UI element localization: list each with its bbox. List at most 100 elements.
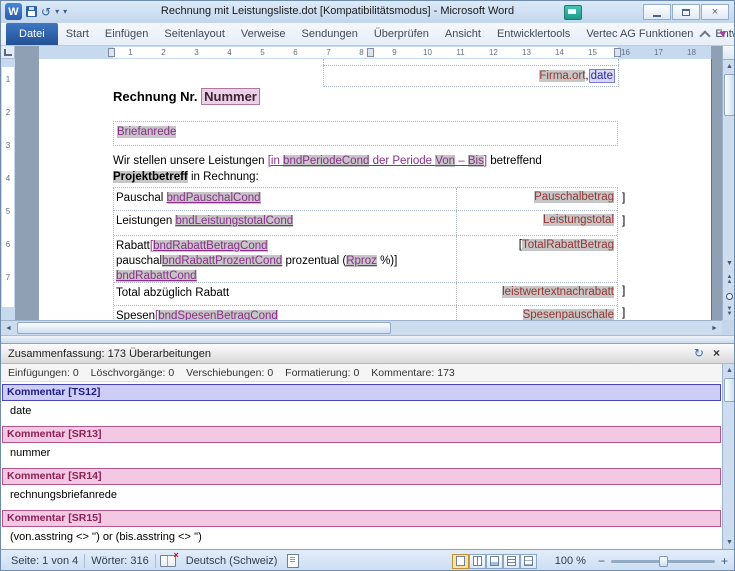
refresh-icon[interactable]: ↻ bbox=[694, 346, 704, 360]
fullscreen-reading-view-button[interactable] bbox=[468, 553, 486, 569]
ribbon-tab[interactable]: Seitenlayout bbox=[156, 23, 233, 45]
merge-field[interactable]: bndPauschalCond bbox=[166, 192, 261, 204]
field-firma-ort[interactable]: Firma.ort bbox=[539, 70, 586, 82]
comment-text[interactable]: nummer bbox=[1, 443, 722, 466]
table-cell[interactable]: Pauschal bndPauschalCond bbox=[114, 188, 456, 210]
merge-field[interactable]: Pauschalbetrag bbox=[534, 191, 614, 203]
merge-field[interactable]: bndRabattBetragCond bbox=[153, 240, 268, 252]
scroll-up-button[interactable]: ▲ bbox=[723, 60, 734, 73]
zoom-in-button[interactable]: + bbox=[719, 554, 730, 568]
close-review-pane-button[interactable]: × bbox=[713, 346, 720, 360]
ribbon-tab[interactable]: Vertec AG Funktionen bbox=[578, 23, 701, 45]
addin-icon[interactable] bbox=[564, 5, 582, 20]
table-cell[interactable]: Leistungstotal bbox=[456, 211, 617, 235]
ruler-toggle-button[interactable] bbox=[723, 46, 734, 60]
ribbon-tab[interactable]: Überprüfen bbox=[366, 23, 437, 45]
proofing-status-icon[interactable]: × bbox=[159, 550, 179, 567]
comment-text[interactable]: date bbox=[1, 401, 722, 424]
zoom-level[interactable]: 100 % bbox=[549, 555, 592, 567]
previous-page-button[interactable]: ▲ ▲ bbox=[723, 272, 734, 288]
table-cell[interactable]: Leistungen bndLeistungstotalCond bbox=[114, 211, 456, 235]
table-cell[interactable]: Total abzüglich Rabatt bbox=[114, 283, 456, 305]
redo-dropdown-button[interactable]: ▾ bbox=[55, 7, 59, 16]
macro-record-icon[interactable] bbox=[287, 554, 300, 568]
merge-field[interactable]: bndPeriodeCond bbox=[283, 155, 370, 167]
comment-text[interactable]: (von.asstring <> '') or (bis.asstring <>… bbox=[1, 527, 722, 549]
merge-field[interactable]: bndRabattCond bbox=[116, 270, 197, 282]
undo-button[interactable]: ↺ bbox=[41, 5, 51, 19]
close-button[interactable]: × bbox=[701, 4, 729, 20]
favorites-heart-icon[interactable]: ♥ bbox=[719, 29, 726, 40]
zoom-slider-thumb[interactable] bbox=[658, 555, 668, 567]
file-tab[interactable]: Datei bbox=[6, 23, 58, 45]
merge-field[interactable]: TotalRabattBetrag bbox=[521, 239, 614, 251]
merge-field[interactable]: Von bbox=[435, 155, 456, 167]
review-pane-scrollbar[interactable]: ▲ ▼ bbox=[722, 364, 734, 549]
ribbon-tab[interactable]: Einfügen bbox=[97, 23, 156, 45]
draft-view-button[interactable] bbox=[519, 553, 537, 569]
page-indicator[interactable]: Seite: 1 von 4 bbox=[5, 555, 84, 567]
document-page[interactable]: Firma.ort, date Rechnung Nr. Nummer Brie… bbox=[39, 59, 712, 320]
table-cell[interactable]: leistwertextnachrabatt bbox=[456, 283, 617, 305]
merge-field[interactable]: Rproz bbox=[346, 255, 377, 267]
scroll-up-button[interactable]: ▲ bbox=[723, 364, 734, 377]
comment-text[interactable]: rechnungsbriefanrede bbox=[1, 485, 722, 508]
table-cell[interactable]: Spesenpauschale bbox=[456, 306, 617, 320]
indent-marker-right[interactable] bbox=[614, 48, 621, 57]
review-scrollbar-thumb[interactable] bbox=[724, 378, 734, 402]
next-page-button[interactable]: ▼ ▼ bbox=[723, 304, 734, 320]
comment-header[interactable]: Kommentar [SR13] bbox=[2, 426, 721, 443]
pane-splitter[interactable] bbox=[1, 335, 734, 343]
merge-field[interactable]: Spesenpauschale bbox=[522, 309, 614, 320]
comment-header[interactable]: Kommentar [TS12] bbox=[2, 384, 721, 401]
scroll-right-button[interactable]: ► bbox=[707, 321, 722, 335]
merge-field[interactable]: bndLeistungstotalCond bbox=[175, 215, 294, 227]
vertical-ruler: 1 2 3 4 5 6 7 bbox=[1, 59, 15, 320]
merge-field[interactable]: bndRabattProzentCond bbox=[162, 255, 283, 267]
ribbon-tab[interactable]: Verweise bbox=[233, 23, 294, 45]
minimize-button[interactable] bbox=[643, 4, 671, 20]
scroll-left-button[interactable]: ◄ bbox=[1, 321, 16, 335]
ribbon-collapse-icon[interactable] bbox=[699, 30, 712, 42]
field-projektbetreff[interactable]: Projektbetreff bbox=[113, 171, 188, 183]
merge-field[interactable]: Leistungstotal bbox=[543, 214, 614, 226]
tab-stop-selector[interactable] bbox=[1, 46, 15, 59]
tab-stop-marker[interactable] bbox=[367, 48, 374, 57]
table-cell[interactable]: Pauschalbetrag bbox=[456, 188, 617, 210]
vertical-scrollbar[interactable]: ▲ ▼ ▲ ▲ ▼ ▼ bbox=[722, 46, 734, 320]
table-cell[interactable]: [TotalRabattBetrag bbox=[456, 236, 617, 282]
horizontal-scrollbar[interactable]: ◄ ► bbox=[1, 320, 722, 335]
field-date[interactable]: date bbox=[588, 69, 615, 83]
zoom-slider[interactable] bbox=[610, 555, 715, 567]
merge-field[interactable]: leistwertextnachrabatt bbox=[502, 286, 614, 298]
comment-header[interactable]: Kommentar [SR15] bbox=[2, 510, 721, 527]
horizontal-scrollbar-thumb[interactable] bbox=[17, 322, 391, 334]
save-button[interactable] bbox=[26, 6, 37, 17]
indent-marker-left[interactable] bbox=[108, 48, 115, 57]
scroll-down-button[interactable]: ▼ bbox=[723, 257, 734, 270]
comment-header[interactable]: Kommentar [SR14] bbox=[2, 468, 721, 485]
field-nummer[interactable]: Nummer bbox=[201, 88, 260, 105]
word-app-icon[interactable]: W bbox=[5, 3, 22, 20]
table-cell[interactable]: Rabatt[bndRabattBetragCond pauschalbndRab… bbox=[114, 236, 456, 282]
ribbon-tab[interactable]: Sendungen bbox=[294, 23, 366, 45]
ribbon-tab[interactable]: Ansicht bbox=[437, 23, 489, 45]
scroll-down-button[interactable]: ▼ bbox=[723, 536, 734, 549]
ribbon-tab[interactable]: Entwicklertools bbox=[489, 23, 578, 45]
ribbon-tab[interactable]: Start bbox=[58, 23, 97, 45]
outline-view-button[interactable] bbox=[502, 553, 520, 569]
zoom-out-button[interactable]: − bbox=[596, 554, 607, 568]
select-browse-object-button[interactable] bbox=[723, 288, 734, 304]
intro-paragraph[interactable]: Wir stellen unsere Leistungen [in bndPer… bbox=[113, 153, 618, 185]
merge-field[interactable]: Bis bbox=[467, 155, 484, 167]
web-layout-view-button[interactable] bbox=[485, 553, 503, 569]
maximize-button[interactable] bbox=[672, 4, 700, 20]
qat-customize-button[interactable]: ▾ bbox=[63, 7, 67, 16]
word-count[interactable]: Wörter: 316 bbox=[85, 555, 154, 567]
field-briefanrede[interactable]: Briefanrede bbox=[117, 126, 177, 138]
merge-field[interactable]: bndSpesenBetragCond bbox=[158, 310, 278, 320]
print-layout-view-button[interactable] bbox=[451, 553, 469, 569]
vertical-scrollbar-thumb[interactable] bbox=[724, 74, 734, 116]
language-indicator[interactable]: Deutsch (Schweiz) bbox=[180, 555, 284, 567]
table-cell[interactable]: Spesen[bndSpesenBetragCondpauschalbndSpe… bbox=[114, 306, 456, 320]
